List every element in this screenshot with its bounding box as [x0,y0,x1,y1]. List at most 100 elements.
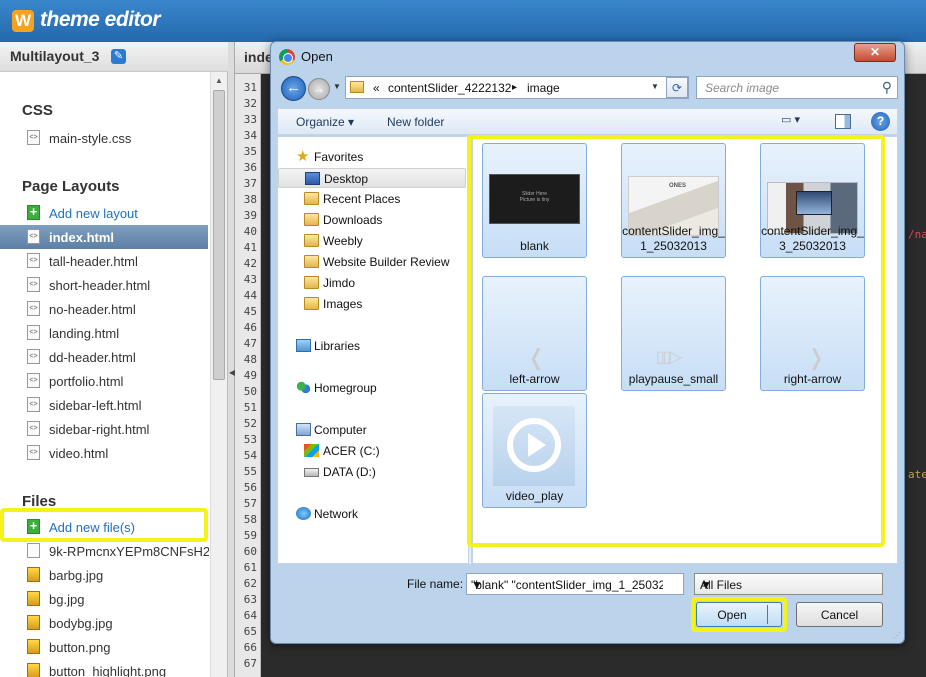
file-type-select[interactable]: All Files ▼ [694,573,883,595]
line-number: 66 [243,641,257,654]
nav-label: Computer [314,423,367,437]
nav-drive-c[interactable]: ACER (C:) [278,441,466,461]
address-dropdown-icon[interactable]: ▼ [651,82,659,91]
new-folder-button[interactable]: New folder [387,115,444,129]
file-name-input[interactable]: "blank" "contentSlider_img_1_250320 ▼ [466,573,684,595]
help-icon[interactable]: ? [871,112,890,131]
chevron-down-icon[interactable]: ▼ [700,578,877,592]
nav-website-builder-review[interactable]: Website Builder Review [278,252,466,272]
forward-button[interactable]: → [308,78,330,100]
code-file-icon: <> [27,277,40,292]
file-item[interactable]: bodybg.jpg [0,611,208,635]
image-file-icon [27,639,40,654]
address-overflow[interactable]: « [373,81,380,95]
layout-item-active[interactable]: <> index.html [0,225,208,249]
code-file-icon: <> [27,421,40,436]
layout-item[interactable]: <> tall-header.html [0,249,208,273]
search-input[interactable]: Search image ⚲ [696,76,898,99]
nav-desktop[interactable]: Desktop [278,168,466,188]
site-name: Multilayout_3 [10,48,100,64]
layout-item[interactable]: <> portfolio.html [0,369,208,393]
nav-recent-places[interactable]: Recent Places [278,189,466,209]
file-label: barbg.jpg [49,568,104,583]
nav-libraries[interactable]: Libraries [278,336,466,356]
code-file-icon: <> [27,301,40,316]
folder-icon [350,81,364,93]
layout-item[interactable]: <> sidebar-right.html [0,417,208,441]
refresh-button[interactable]: ⟳ [666,77,688,98]
file-label: 9k-RPmcnxYEPm8CNFsH2 [49,544,209,559]
file-label: sidebar-left.html [49,398,142,413]
preview-pane-icon[interactable] [835,114,851,129]
highlight-box [691,597,787,632]
nav-network[interactable]: Network [278,504,466,524]
file-label: index.html [49,230,115,245]
nav-weebly[interactable]: Weebly [278,231,466,251]
dialog-toolbar: Organize ▾ New folder ▭ ▾ ? [277,108,898,135]
line-number: 54 [243,449,257,462]
file-label: dd-header.html [49,350,136,365]
layout-item[interactable]: <> short-header.html [0,273,208,297]
layout-item[interactable]: <> sidebar-left.html [0,393,208,417]
nav-images[interactable]: Images [278,294,466,314]
search-icon[interactable]: ⚲ [882,79,892,96]
line-number: 57 [243,497,257,510]
file-label: no-header.html [49,302,136,317]
edit-pencil-icon[interactable]: ✎ [111,49,126,64]
file-label: bg.jpg [49,592,85,607]
scroll-up-icon[interactable]: ▲ [215,76,223,85]
app-header: W theme editor [0,0,926,42]
close-button[interactable]: ✕ [854,43,896,62]
add-layout-link[interactable]: + Add new layout [0,201,208,225]
sidebar-scrollbar[interactable]: ▲ [210,72,227,677]
nav-drive-d[interactable]: DATA (D:) [278,462,466,482]
address-bar[interactable]: « contentSlider_4222132 ▸ image [345,76,689,99]
file-item[interactable]: barbg.jpg [0,563,208,587]
line-number: 44 [243,289,257,302]
code-file-icon: <> [27,229,40,244]
address-separator[interactable]: ▸ [512,82,517,93]
folder-icon [304,297,319,310]
file-item[interactable]: bg.jpg [0,587,208,611]
scrollbar-thumb[interactable] [213,90,225,380]
nav-label: Homegroup [314,381,377,395]
nav-label: Jimdo [323,276,356,290]
nav-jimdo[interactable]: Jimdo [278,273,466,293]
image-file-icon [27,591,40,606]
windows-drive-icon [304,444,319,457]
organize-menu[interactable]: Organize ▾ [296,115,354,129]
layout-item[interactable]: <> video.html [0,441,208,465]
file-label: landing.html [49,326,120,341]
panel-splitter[interactable]: ◀ [228,42,235,677]
nav-computer[interactable]: Computer [278,420,466,440]
folder-icon [304,192,319,205]
history-dropdown-icon[interactable]: ▼ [333,82,341,91]
image-file-icon [27,663,40,677]
code-fragment: /na [908,228,926,241]
file-item[interactable]: 9k-RPmcnxYEPm8CNFsH2 [0,539,209,563]
site-header: Multilayout_3 ✎ [0,42,228,72]
file-item[interactable]: button.png [0,635,208,659]
nav-homegroup[interactable]: Homegroup [278,378,466,398]
chevron-down-icon[interactable]: ▼ [471,578,663,592]
file-item-css[interactable]: <> main-style.css [0,126,208,150]
nav-downloads[interactable]: Downloads [278,210,466,230]
resize-grip-icon[interactable]: ⋰ [893,631,901,640]
line-number: 50 [243,385,257,398]
address-segment[interactable]: image [527,81,560,95]
layout-item[interactable]: <> dd-header.html [0,345,208,369]
file-item[interactable]: button_highlight.png [0,659,208,677]
nav-label: Favorites [314,150,364,164]
line-number: 63 [243,593,257,606]
back-button[interactable]: ← [281,76,306,101]
weebly-logo-icon: W [12,10,34,32]
view-options-icon[interactable]: ▭ ▾ [781,113,811,131]
cancel-button[interactable]: Cancel [796,602,883,627]
layout-item[interactable]: <> landing.html [0,321,208,345]
layout-item[interactable]: <> no-header.html [0,297,208,321]
navigation-pane: ★ Favorites Desktop Recent Places Downlo… [277,136,468,564]
line-number: 43 [243,273,257,286]
line-number: 38 [243,193,257,206]
address-segment[interactable]: contentSlider_4222132 [388,81,511,95]
nav-favorites[interactable]: ★ Favorites [278,147,466,167]
